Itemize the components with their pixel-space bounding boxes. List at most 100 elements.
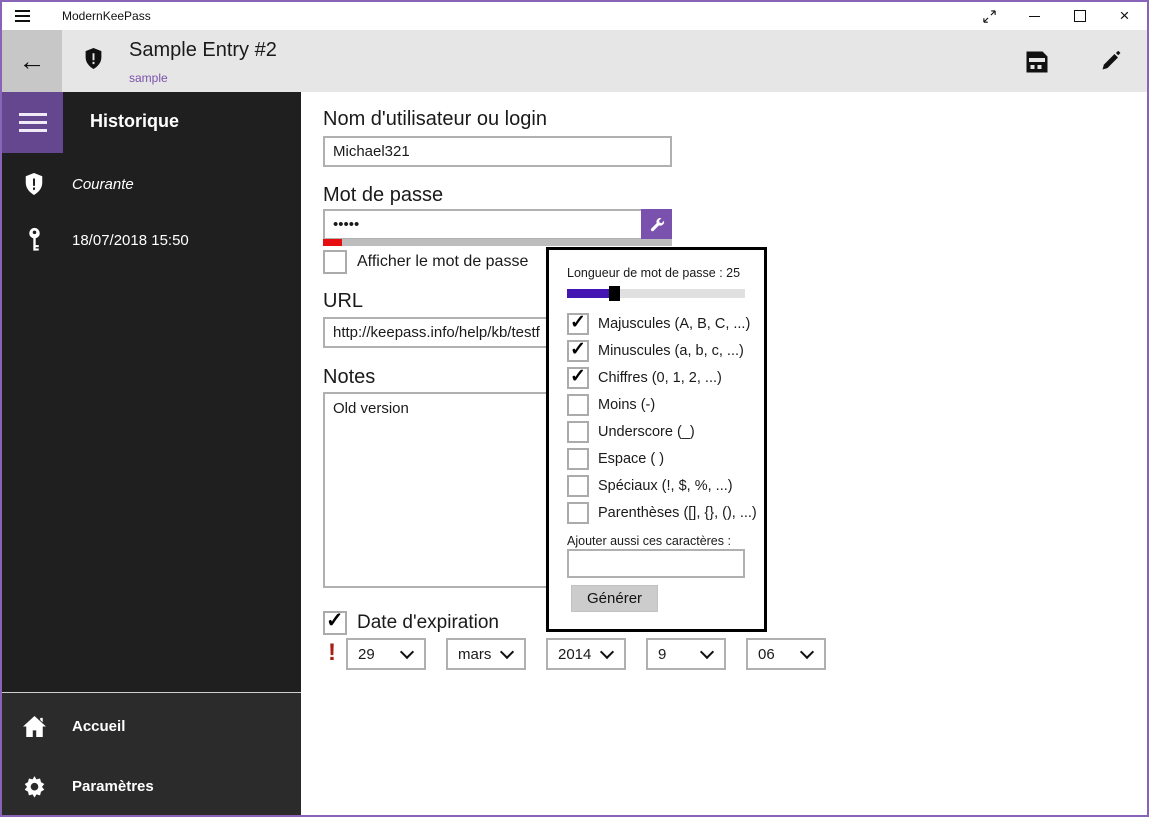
entry-title: Sample Entry #2 [129,39,277,61]
generator-option-uppercase: Majuscules (A, B, C, ...) [567,310,757,337]
sidebar: Historique Courante 18/07/2018 15:50 Acc… [2,92,301,815]
minimize-icon [1029,15,1040,17]
option-checkbox[interactable] [567,338,589,362]
option-label: Moins (-) [598,396,656,413]
pencil-icon [1102,50,1121,70]
chevron-down-icon [599,644,615,660]
url-label: URL [323,290,364,312]
generator-options: Majuscules (A, B, C, ...) Minuscules (a,… [567,310,757,526]
window-controls: × [967,2,1147,30]
app-title: ModernKeePass [62,9,151,23]
gear-icon [20,775,48,798]
app-window: ModernKeePass × ← Sample Entry #2 sample… [0,0,1149,817]
date-year-dropdown[interactable]: 2014 [546,638,626,670]
generator-option-minus: Moins (-) [567,391,757,418]
close-button[interactable]: × [1102,2,1147,30]
dropdown-value: 2014 [558,645,592,663]
fullscreen-icon [983,9,996,23]
option-checkbox[interactable] [567,420,589,443]
custom-chars-label: Ajouter aussi ces caractères : [567,534,731,548]
key-icon [21,227,47,253]
back-button[interactable]: ← [2,30,62,92]
custom-chars-input[interactable] [567,549,745,578]
fullscreen-button[interactable] [967,2,1012,30]
chevron-down-icon [699,644,715,660]
password-label: Mot de passe [323,184,444,206]
option-checkbox[interactable] [567,311,589,335]
password-generator-button[interactable] [641,209,672,240]
minimize-button[interactable] [1012,2,1057,30]
password-generator-popup: Longueur de mot de passe : 25 Majuscules… [546,247,767,632]
date-month-dropdown[interactable]: mars [446,638,526,670]
password-length-slider[interactable] [567,286,745,301]
generate-button[interactable]: Générer [571,585,659,612]
sidebar-item-history-entry[interactable]: 18/07/2018 15:50 [2,218,301,262]
chevron-down-icon [499,644,515,660]
group-link[interactable]: sample [129,71,168,85]
expiration-label: Date d'expiration [357,612,499,633]
sidebar-item-label: 18/07/2018 15:50 [72,231,189,249]
home-icon [20,715,48,738]
titlebar: ModernKeePass × [2,2,1147,30]
time-minute-dropdown[interactable]: 06 [746,638,826,670]
dropdown-value: 06 [758,645,775,663]
show-password-checkbox[interactable] [323,250,347,274]
option-label: Underscore (_) [598,423,695,440]
date-day-dropdown[interactable]: 29 [346,638,426,670]
save-icon [1026,51,1048,73]
option-label: Minuscules (a, b, c, ...) [598,342,744,359]
username-input[interactable] [323,136,672,167]
dropdown-value: 9 [658,645,667,663]
chevron-down-icon [399,644,415,660]
chevron-down-icon [799,644,815,660]
option-label: Chiffres (0, 1, 2, ...) [598,369,722,386]
password-strength-bar [323,239,672,246]
generator-option-lowercase: Minuscules (a, b, c, ...) [567,337,757,364]
time-hour-dropdown[interactable]: 9 [646,638,726,670]
show-password-row: Afficher le mot de passe [323,250,528,274]
option-checkbox[interactable] [567,365,589,389]
expiration-row: Date d'expiration [323,608,499,635]
dropdown-value: 29 [358,645,375,663]
password-strength-fill [323,239,342,246]
sidebar-item-label: Paramètres [72,777,154,795]
shield-icon [21,172,47,196]
option-label: Espace ( ) [598,450,665,467]
edit-button[interactable] [1099,49,1123,76]
password-input[interactable] [323,209,643,240]
maximize-button[interactable] [1057,2,1102,30]
option-checkbox[interactable] [567,501,589,524]
option-label: Parenthèses ([], {}, (), ...) [598,504,757,521]
dropdown-value: mars [458,645,492,663]
expired-warning-icon: ! [328,639,336,666]
maximize-icon [1073,10,1086,22]
sidebar-heading: Historique [90,111,180,131]
generator-option-underscore: Underscore (_) [567,418,757,445]
generator-option-space: Espace ( ) [567,445,757,472]
option-checkbox[interactable] [567,393,589,416]
slider-fill [567,289,609,298]
sidebar-item-label: Accueil [72,717,126,735]
shield-icon [83,47,104,75]
option-label: Spéciaux (!, $, %, ...) [598,477,733,494]
slider-thumb[interactable] [609,286,620,301]
expiration-checkbox[interactable] [323,608,347,635]
sidebar-footer: Accueil Paramètres [2,692,301,815]
generator-option-digits: Chiffres (0, 1, 2, ...) [567,364,757,391]
username-label: Nom d'utilisateur ou login [323,108,547,130]
option-label: Majuscules (A, B, C, ...) [598,315,751,332]
sidebar-item-current[interactable]: Courante [2,162,301,206]
sidebar-item-home[interactable]: Accueil [2,705,301,747]
sidebar-item-settings[interactable]: Paramètres [2,765,301,807]
option-checkbox[interactable] [567,474,589,497]
app-header: ← Sample Entry #2 sample [2,30,1147,92]
generator-option-brackets: Parenthèses ([], {}, (), ...) [567,499,757,526]
show-password-label: Afficher le mot de passe [357,253,529,270]
password-length-label: Longueur de mot de passe : 25 [567,266,741,280]
sidebar-hamburger-button[interactable] [2,92,63,153]
save-button[interactable] [1024,49,1048,76]
generator-option-special: Spéciaux (!, $, %, ...) [567,472,757,499]
notes-label: Notes [323,366,376,388]
hamburger-menu-icon[interactable] [2,2,46,30]
option-checkbox[interactable] [567,447,589,470]
